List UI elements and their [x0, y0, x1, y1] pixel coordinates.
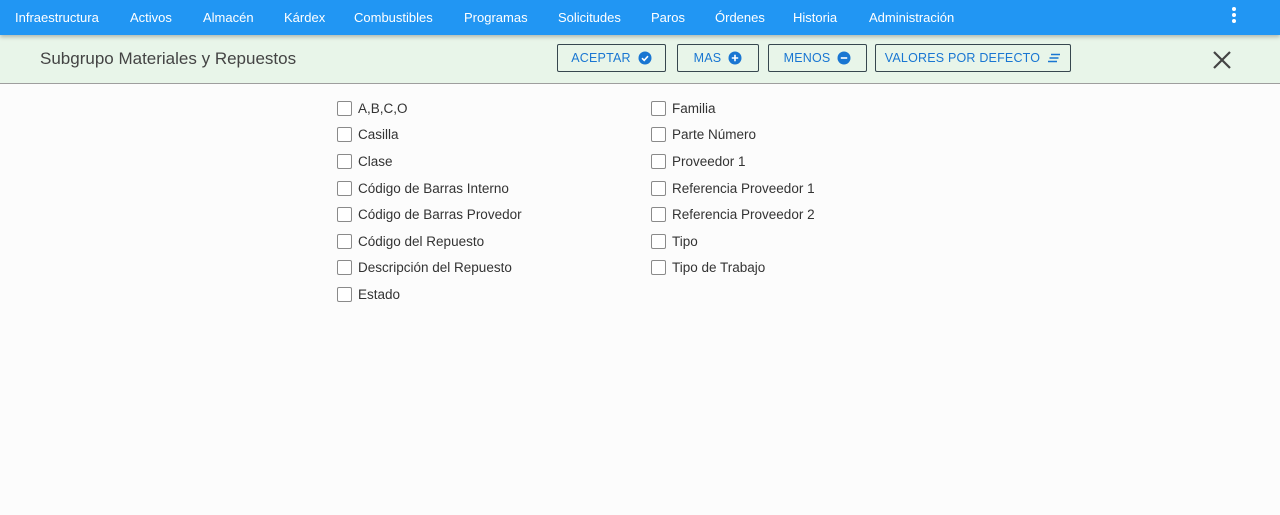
option-clase[interactable]: Clase [337, 148, 522, 175]
page-title: Subgrupo Materiales y Repuestos [40, 49, 297, 68]
checkbox[interactable] [337, 260, 352, 276]
nav-item-ordenes[interactable]: Órdenes [715, 0, 765, 35]
add-circle-icon [728, 51, 742, 65]
checkbox[interactable] [651, 260, 666, 276]
option-label: Código de Barras Interno [358, 180, 509, 196]
option-label: Clase [358, 153, 393, 169]
option-familia[interactable]: Familia [651, 95, 815, 122]
option-codigo-repuesto[interactable]: Código del Repuesto [337, 228, 522, 255]
checkbox[interactable] [337, 233, 352, 249]
checkbox[interactable] [337, 127, 352, 143]
option-label: Estado [358, 286, 401, 302]
option-label: A,B,C,O [358, 100, 408, 116]
check-circle-icon [638, 51, 652, 65]
close-icon[interactable] [1212, 50, 1232, 70]
option-label: Proveedor 1 [672, 153, 746, 169]
option-codigo-barras-provedor[interactable]: Código de Barras Provedor [337, 201, 522, 228]
nav-item-activos[interactable]: Activos [130, 0, 172, 35]
nav-item-administracion[interactable]: Administración [869, 0, 954, 35]
option-referencia-proveedor-1[interactable]: Referencia Proveedor 1 [651, 175, 815, 202]
option-label: Parte Número [672, 127, 757, 143]
nav-item-infraestructura[interactable]: Infraestructura [15, 0, 99, 35]
nav-item-almacen[interactable]: Almacén [203, 0, 254, 35]
option-tipo[interactable]: Tipo [651, 228, 815, 255]
option-codigo-barras-interno[interactable]: Código de Barras Interno [337, 175, 522, 202]
option-label: Descripción del Repuesto [358, 260, 512, 276]
checkbox[interactable] [337, 180, 352, 196]
options-list-left: A,B,C,O Casilla Clase Código de Barras I… [337, 95, 522, 308]
accept-button[interactable]: ACEPTAR [557, 44, 666, 72]
checkbox[interactable] [337, 207, 352, 223]
checkbox[interactable] [337, 153, 352, 169]
option-label: Código de Barras Provedor [358, 207, 522, 223]
checkbox[interactable] [651, 153, 666, 169]
option-proveedor-1[interactable]: Proveedor 1 [651, 148, 815, 175]
sort-lines-icon [1048, 53, 1061, 63]
option-tipo-trabajo[interactable]: Tipo de Trabajo [651, 255, 815, 282]
top-navigation-bar: Infraestructura Activos Almacén Kárdex C… [0, 0, 1280, 35]
checkbox[interactable] [337, 286, 352, 302]
more-button[interactable]: MAS [677, 44, 759, 72]
remove-circle-icon [837, 51, 851, 65]
option-label: Tipo de Trabajo [672, 260, 766, 276]
option-abco[interactable]: A,B,C,O [337, 95, 522, 122]
option-label: Código del Repuesto [358, 233, 485, 249]
checkbox[interactable] [651, 233, 666, 249]
option-descripcion-repuesto[interactable]: Descripción del Repuesto [337, 255, 522, 282]
nav-item-historia[interactable]: Historia [793, 0, 837, 35]
option-label: Familia [672, 100, 716, 116]
option-label: Tipo [672, 233, 698, 249]
accept-label: ACEPTAR [571, 51, 631, 65]
nav-item-solicitudes[interactable]: Solicitudes [558, 0, 621, 35]
options-list-right: Familia Parte Número Proveedor 1 Referen… [651, 95, 815, 281]
nav-item-paros[interactable]: Paros [651, 0, 685, 35]
more-vert-icon[interactable] [1226, 5, 1242, 27]
option-estado[interactable]: Estado [337, 281, 522, 308]
dialog-header: Subgrupo Materiales y Repuestos ACEPTAR … [0, 35, 1280, 84]
option-label: Casilla [358, 127, 399, 143]
checkbox[interactable] [337, 100, 352, 116]
option-referencia-proveedor-2[interactable]: Referencia Proveedor 2 [651, 201, 815, 228]
option-label: Referencia Proveedor 2 [672, 207, 815, 223]
checkbox[interactable] [651, 207, 666, 223]
checkbox[interactable] [651, 127, 666, 143]
default-values-button[interactable]: VALORES POR DEFECTO [875, 44, 1071, 72]
option-casilla[interactable]: Casilla [337, 122, 522, 149]
checkbox[interactable] [651, 100, 666, 116]
less-button[interactable]: MENOS [768, 44, 867, 72]
option-label: Referencia Proveedor 1 [672, 180, 815, 196]
less-label: MENOS [783, 51, 831, 65]
nav-item-kardex[interactable]: Kárdex [284, 0, 325, 35]
nav-item-programas[interactable]: Programas [464, 0, 528, 35]
default-values-label: VALORES POR DEFECTO [884, 51, 1041, 65]
nav-item-combustibles[interactable]: Combustibles [354, 0, 433, 35]
more-label: MAS [693, 51, 722, 65]
checkbox[interactable] [651, 180, 666, 196]
option-parte-numero[interactable]: Parte Número [651, 122, 815, 149]
